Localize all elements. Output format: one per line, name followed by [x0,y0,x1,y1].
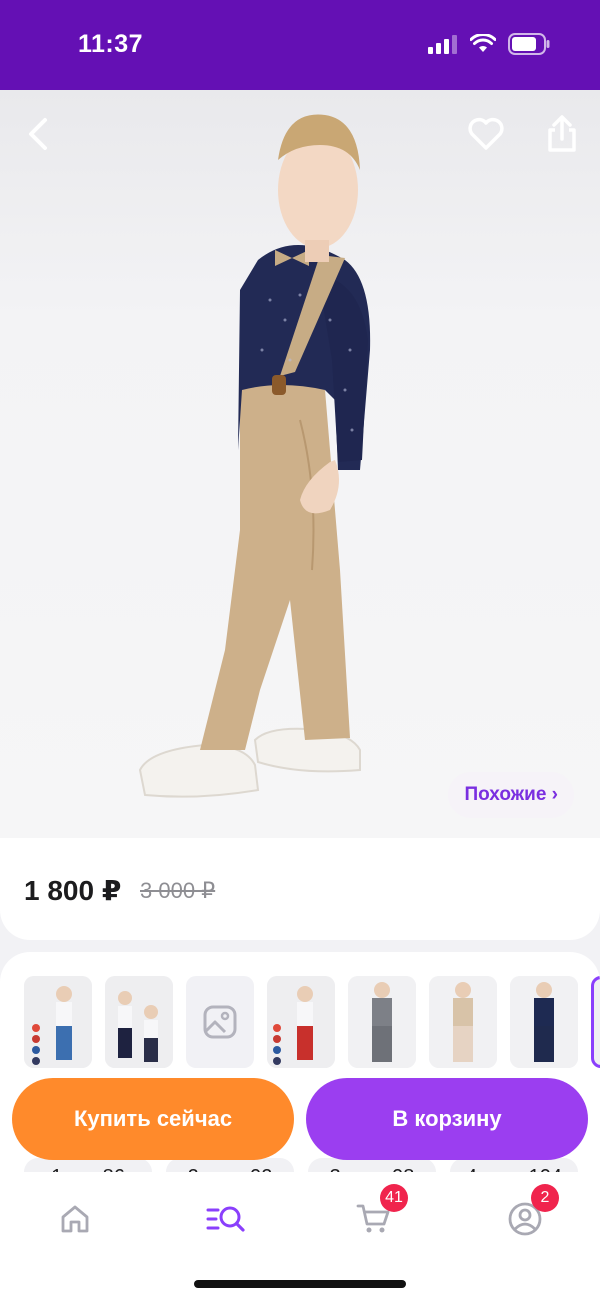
battery-icon [508,33,550,55]
catalog-search-icon [206,1206,245,1232]
variant-thumb-3[interactable] [186,976,254,1068]
variant-photo [105,976,173,1068]
similar-button[interactable]: Похожие › [448,772,574,818]
status-bar: 11:37 [0,0,600,90]
variant-thumb-4[interactable] [267,976,335,1068]
status-icons [428,33,550,55]
tab-profile[interactable]: 2 [495,1184,559,1244]
old-price: 3 000 ₽ [140,878,216,903]
profile-badge: 2 [531,1184,559,1212]
variant-thumb-1[interactable] [24,976,92,1068]
share-icon [548,115,576,152]
share-button[interactable] [540,112,584,156]
product-image[interactable]: Похожие › [0,90,600,842]
cart-badge: 41 [380,1184,408,1212]
variant-photo [24,976,92,1068]
tab-catalog[interactable] [196,1194,256,1244]
add-to-cart-button[interactable]: В корзину [306,1078,588,1160]
signal-icon [428,35,457,54]
variant-thumb-7[interactable] [510,976,578,1068]
variant-photo [429,976,497,1068]
variant-thumb-6[interactable] [429,976,497,1068]
variant-photo [267,976,335,1068]
back-icon [29,118,47,150]
variant-photo [510,976,578,1068]
buy-now-button[interactable]: Купить сейчас [12,1078,294,1160]
back-button[interactable] [16,112,60,156]
variant-thumb-2[interactable] [105,976,173,1068]
variant-photo [348,976,416,1068]
tab-home[interactable] [45,1194,105,1244]
variant-thumb-5[interactable] [348,976,416,1068]
similar-label: Похожие › [464,784,558,805]
image-placeholder-icon [203,1005,237,1039]
variant-thumb-8[interactable] [591,976,600,1068]
price-card: 1 800 ₽ 3 000 ₽ [0,838,600,940]
current-price: 1 800 ₽ [24,875,122,906]
tab-cart[interactable]: 41 [344,1184,408,1244]
home-icon [61,1205,89,1233]
heart-icon [468,117,504,150]
home-indicator [194,1280,406,1288]
status-time: 11:37 [78,30,144,58]
variant-thumbnails [24,976,600,1068]
product-photo [138,114,371,798]
favorite-button[interactable] [464,112,508,156]
wifi-icon [470,34,496,52]
